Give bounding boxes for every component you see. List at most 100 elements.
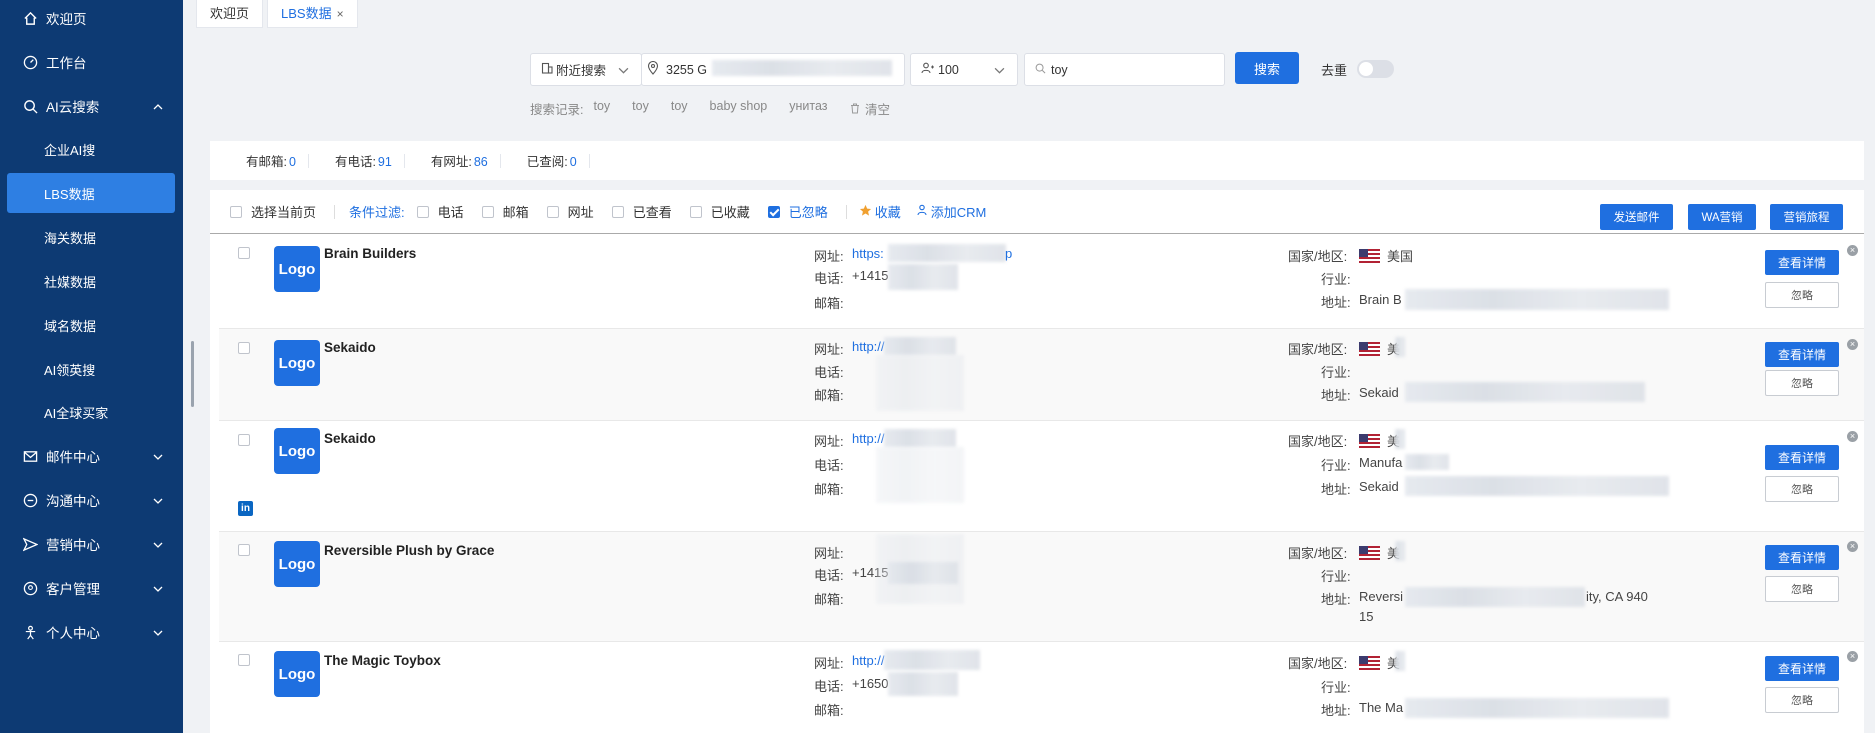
redacted-country bbox=[1395, 651, 1405, 671]
people-icon bbox=[921, 62, 935, 77]
company-name[interactable]: Sekaido bbox=[324, 340, 376, 355]
view-details-button[interactable]: 查看详情 bbox=[1765, 342, 1839, 367]
history-item[interactable]: toy bbox=[671, 99, 688, 118]
address-value-tail: ity, CA 940 bbox=[1586, 589, 1648, 604]
dedup-toggle[interactable] bbox=[1357, 60, 1394, 78]
add-crm-button[interactable]: 添加CRM bbox=[917, 202, 986, 221]
close-icon[interactable]: × bbox=[1847, 541, 1858, 552]
ignore-button[interactable]: 忽略 bbox=[1765, 370, 1839, 396]
clear-history-button[interactable]: 清空 bbox=[850, 99, 913, 118]
trash-icon bbox=[850, 103, 863, 117]
history-item[interactable]: baby shop bbox=[710, 99, 768, 118]
filter-website[interactable]: 网址 bbox=[546, 202, 594, 221]
sidebar-item-communication[interactable]: 沟通中心 bbox=[0, 480, 183, 520]
checkbox[interactable] bbox=[546, 205, 559, 218]
checkbox[interactable] bbox=[611, 205, 624, 218]
address-value: Sekaid bbox=[1359, 385, 1399, 400]
marketing-journey-button[interactable]: 营销旅程 bbox=[1770, 204, 1843, 230]
history-item[interactable]: унитаз bbox=[789, 99, 827, 118]
sidebar-item-ai-search[interactable]: AI云搜索 bbox=[0, 86, 183, 126]
keyword-input[interactable]: toy bbox=[1024, 53, 1225, 86]
checkbox[interactable] bbox=[689, 205, 702, 218]
ignore-button[interactable]: 忽略 bbox=[1765, 476, 1839, 502]
sidebar-item-personal[interactable]: 个人中心 bbox=[0, 612, 183, 652]
sidebar-sub-lbs[interactable]: LBS数据 bbox=[7, 173, 175, 213]
company-name[interactable]: Brain Builders bbox=[324, 246, 416, 261]
favorite-button[interactable]: 收藏 bbox=[859, 202, 901, 221]
sidebar-item-marketing[interactable]: 营销中心 bbox=[0, 524, 183, 564]
row-checkbox[interactable] bbox=[238, 544, 250, 556]
ignore-button[interactable]: 忽略 bbox=[1765, 687, 1839, 713]
ignore-button[interactable]: 忽略 bbox=[1765, 576, 1839, 602]
view-details-button[interactable]: 查看详情 bbox=[1765, 445, 1839, 470]
add-user-icon bbox=[917, 204, 929, 219]
address-label: 地址: bbox=[1321, 592, 1351, 607]
sidebar-item-workbench[interactable]: 工作台 bbox=[0, 42, 183, 82]
chevron-down-icon bbox=[153, 450, 163, 465]
website-link[interactable]: http:// bbox=[852, 339, 885, 354]
checkbox[interactable] bbox=[481, 205, 494, 218]
building-icon bbox=[541, 62, 553, 77]
radius-select[interactable]: 100 bbox=[910, 53, 1018, 86]
location-input[interactable]: 3255 G bbox=[641, 53, 905, 86]
website-link[interactable]: http:// bbox=[852, 431, 885, 446]
sidebar-item-welcome[interactable]: 欢迎页 bbox=[0, 0, 183, 38]
send-email-button[interactable]: 发送邮件 bbox=[1600, 204, 1673, 230]
send-icon bbox=[22, 536, 38, 552]
sidebar-sub-linkedin[interactable]: AI领英搜 bbox=[0, 349, 183, 389]
close-icon[interactable]: × bbox=[1847, 431, 1858, 442]
history-item[interactable]: toy bbox=[632, 99, 649, 118]
sidebar-item-mail[interactable]: 邮件中心 bbox=[0, 436, 183, 476]
row-checkbox[interactable] bbox=[238, 434, 250, 446]
result-row: Logo Brain Builders 网址: https: p 电话: +14… bbox=[219, 234, 1864, 329]
sidebar-sub-enterprise-ai[interactable]: 企业AI搜 bbox=[0, 129, 183, 169]
close-icon[interactable]: × bbox=[1847, 245, 1858, 256]
country-label: 国家/地区: bbox=[1288, 656, 1348, 671]
ignore-button[interactable]: 忽略 bbox=[1765, 282, 1839, 308]
row-checkbox[interactable] bbox=[238, 342, 250, 354]
view-details-button[interactable]: 查看详情 bbox=[1765, 656, 1839, 681]
country-value: 美 bbox=[1359, 653, 1400, 672]
history-item[interactable]: toy bbox=[593, 99, 610, 118]
filter-viewed[interactable]: 已查看 bbox=[611, 202, 672, 221]
sidebar-sub-global-buyers[interactable]: AI全球买家 bbox=[0, 392, 183, 432]
wa-marketing-button[interactable]: WA营销 bbox=[1688, 204, 1756, 230]
redacted-phone bbox=[888, 264, 958, 290]
linkedin-icon[interactable]: in bbox=[238, 501, 253, 516]
stat-label: 有网址: bbox=[430, 155, 472, 169]
website-link-tail[interactable]: p bbox=[1005, 246, 1012, 261]
view-details-button[interactable]: 查看详情 bbox=[1765, 545, 1839, 570]
checkbox[interactable] bbox=[767, 205, 780, 218]
select-page-checkbox[interactable]: 选择当前页 bbox=[230, 202, 316, 221]
stat-value: 91 bbox=[377, 155, 392, 169]
tab-welcome[interactable]: 欢迎页 bbox=[196, 0, 264, 28]
view-details-button[interactable]: 查看详情 bbox=[1765, 250, 1839, 275]
search-button[interactable]: 搜索 bbox=[1235, 52, 1299, 84]
filter-email[interactable]: 邮箱 bbox=[481, 202, 529, 221]
website-link[interactable]: https: bbox=[852, 246, 884, 261]
search-icon bbox=[22, 98, 38, 114]
filter-ignored[interactable]: 已忽略 bbox=[767, 202, 828, 221]
sidebar-sub-customs[interactable]: 海关数据 bbox=[0, 217, 183, 257]
sidebar-sub-domain[interactable]: 域名数据 bbox=[0, 305, 183, 345]
row-checkbox[interactable] bbox=[238, 247, 250, 259]
close-icon[interactable]: × bbox=[337, 7, 344, 21]
company-name[interactable]: The Magic Toybox bbox=[324, 653, 441, 668]
filter-phone[interactable]: 电话 bbox=[416, 202, 464, 221]
person-icon bbox=[22, 624, 38, 640]
search-mode-select[interactable]: 附近搜索 bbox=[530, 53, 642, 86]
website-link[interactable]: http:// bbox=[852, 653, 885, 668]
row-checkbox[interactable] bbox=[238, 654, 250, 666]
sidebar-scrollbar[interactable] bbox=[191, 341, 194, 407]
redacted-address bbox=[1405, 289, 1669, 310]
close-icon[interactable]: × bbox=[1847, 651, 1858, 662]
sidebar-item-customers[interactable]: 客户管理 bbox=[0, 568, 183, 608]
company-name[interactable]: Reversible Plush by Grace bbox=[324, 543, 494, 558]
sidebar-sub-social[interactable]: 社媒数据 bbox=[0, 261, 183, 301]
checkbox[interactable] bbox=[416, 205, 429, 218]
close-icon[interactable]: × bbox=[1847, 339, 1858, 350]
tab-lbs[interactable]: LBS数据 × bbox=[267, 0, 358, 28]
filter-favorited[interactable]: 已收藏 bbox=[689, 202, 750, 221]
company-name[interactable]: Sekaido bbox=[324, 431, 376, 446]
checkbox[interactable] bbox=[230, 205, 242, 218]
